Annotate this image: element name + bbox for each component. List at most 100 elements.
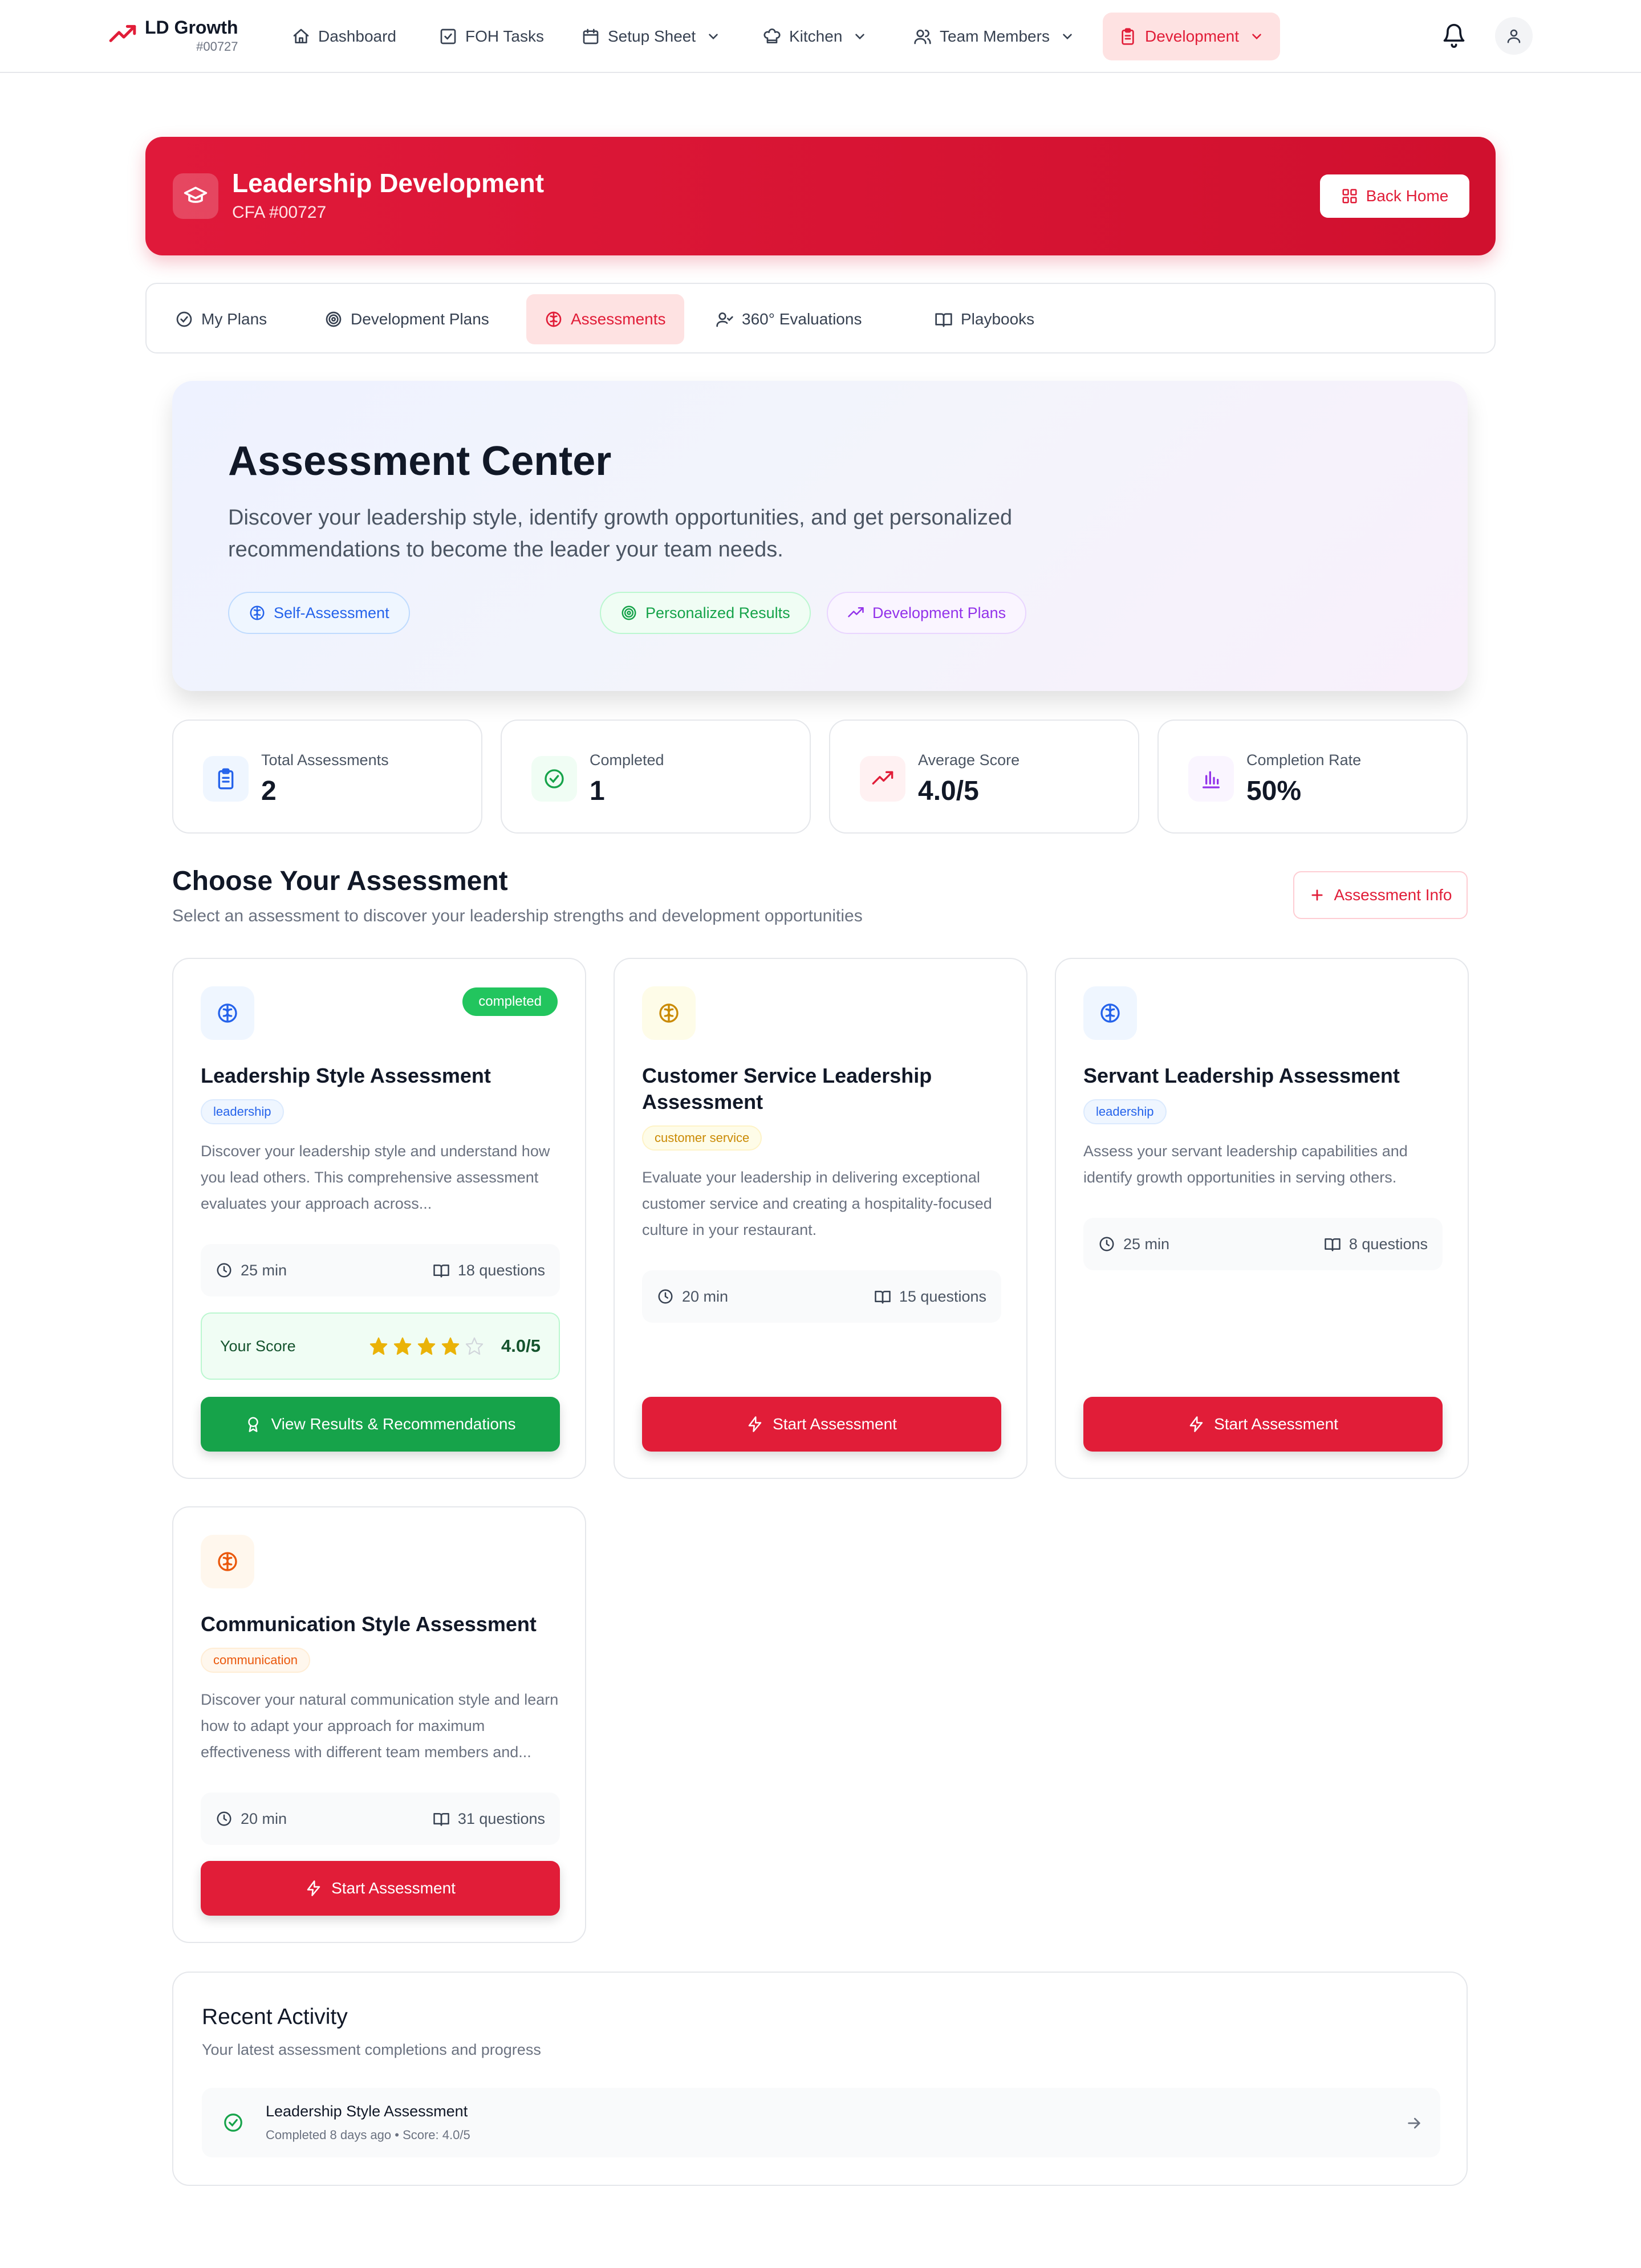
bar-chart-icon [1188, 756, 1234, 802]
nav-setup-sheet[interactable]: Setup Sheet [566, 13, 737, 60]
stat-completion-rate: Completion Rate 50% [1157, 720, 1468, 834]
brand[interactable]: LD Growth #00727 [108, 16, 238, 55]
clipboard-icon [1122, 28, 1134, 45]
stat-total-assessments: Total Assessments 2 [172, 720, 482, 834]
stat-value: 4.0/5 [918, 776, 979, 806]
assessment-info-button[interactable]: Assessment Info [1293, 871, 1468, 919]
assessment-card-servant-leadership: Servant Leadership Assessment leadership… [1055, 958, 1469, 1479]
nav-kitchen[interactable]: Kitchen [747, 13, 883, 60]
start-assessment-button[interactable]: Start Assessment [642, 1397, 1001, 1452]
start-assessment-button[interactable]: Start Assessment [201, 1861, 560, 1916]
card-description: Evaluate your leadership in delivering e… [642, 1169, 992, 1238]
duration: 25 min [1098, 1235, 1169, 1253]
back-home-button[interactable]: Back Home [1320, 174, 1469, 218]
section-title: Choose Your Assessment [172, 866, 508, 896]
pill-personalized-results: Personalized Results [600, 592, 811, 634]
tab-360-evaluations[interactable]: 360° Evaluations [697, 294, 880, 344]
home-icon [293, 29, 309, 43]
trending-up-icon [109, 25, 136, 42]
nav-dashboard[interactable]: Dashboard [276, 13, 412, 60]
tab-playbooks[interactable]: Playbooks [916, 294, 1053, 344]
users-icon [914, 30, 931, 44]
clock-icon [217, 1263, 231, 1278]
book-open-icon [433, 1265, 449, 1278]
questions-text: 15 questions [899, 1287, 986, 1305]
nav-foh-tasks[interactable]: FOH Tasks [423, 13, 560, 60]
card-title: Leadership Style Assessment [201, 1064, 491, 1087]
bell-icon[interactable] [1441, 23, 1467, 48]
award-icon [248, 1417, 259, 1432]
stat-label: Total Assessments [261, 751, 389, 769]
duration-text: 20 min [682, 1287, 729, 1305]
card-description: Discover your leadership style and under… [201, 1143, 550, 1212]
brain-icon [201, 986, 254, 1040]
tab-label: Playbooks [961, 310, 1035, 328]
view-results-button[interactable]: View Results & Recommendations [201, 1397, 560, 1452]
hero-title: Assessment Center [228, 438, 612, 484]
chevron-down-icon [1252, 34, 1261, 40]
trending-up-icon [848, 607, 864, 617]
questions-text: 18 questions [457, 1261, 545, 1279]
pill-label: Personalized Results [645, 604, 790, 621]
category-tag: customer service [642, 1125, 762, 1151]
zap-icon [1189, 1416, 1203, 1432]
question-count: 18 questions [433, 1262, 545, 1279]
card-meta: 25 min 18 questions [201, 1244, 560, 1296]
stat-value: 2 [261, 776, 277, 806]
card-title: Customer Service Leadership Assessment [642, 1064, 932, 1113]
nav-label: Kitchen [789, 27, 843, 45]
zap-icon [748, 1416, 762, 1432]
section-subtitle: Select an assessment to discover your le… [172, 907, 863, 925]
score-value: 4.0/5 [501, 1336, 541, 1356]
brain-icon [642, 986, 696, 1040]
recent-activity-panel: Recent Activity Your latest assessment c… [172, 1972, 1468, 2186]
nav-team-members[interactable]: Team Members [897, 13, 1091, 60]
check-circle-icon [224, 2113, 242, 2132]
pill-development-plans: Development Plans [827, 592, 1027, 634]
chevron-down-icon [709, 34, 718, 40]
tab-bar: My Plans Development Plans Assessments 3… [145, 283, 1496, 353]
duration-text: 25 min [241, 1261, 287, 1279]
duration: 20 min [216, 1810, 287, 1828]
status-badge: completed [462, 987, 558, 1016]
nav-label: Setup Sheet [608, 27, 696, 45]
card-meta: 20 min 15 questions [642, 1270, 1001, 1323]
nav-label: Team Members [940, 27, 1050, 45]
tab-development-plans[interactable]: Development Plans [306, 294, 507, 344]
tab-label: 360° Evaluations [742, 310, 862, 328]
brain-icon [250, 605, 265, 620]
user-check-icon [716, 312, 733, 327]
nav-label: Dashboard [318, 27, 396, 45]
target-icon [326, 311, 342, 327]
back-home-label: Back Home [1366, 187, 1449, 205]
book-open-icon [433, 1813, 449, 1826]
duration-text: 25 min [1123, 1235, 1170, 1253]
user-icon [1507, 29, 1521, 43]
chevron-down-icon [1063, 34, 1072, 40]
avatar[interactable] [1495, 17, 1533, 55]
card-title: Servant Leadership Assessment [1083, 1064, 1400, 1087]
activity-detail: Completed 8 days ago • Score: 4.0/5 [266, 2128, 470, 2142]
stat-completed: Completed 1 [501, 720, 811, 834]
card-description: Assess your servant leadership capabilit… [1083, 1143, 1408, 1186]
tab-assessments[interactable]: Assessments [526, 294, 684, 344]
checkbox-icon [440, 29, 456, 44]
button-label: Start Assessment [773, 1415, 897, 1433]
card-meta: 20 min 31 questions [201, 1793, 560, 1845]
check-circle-icon [176, 311, 192, 327]
nav-development[interactable]: Development [1103, 13, 1280, 60]
your-score-panel: Your Score 4.0/5 [201, 1312, 560, 1380]
activity-title: Leadership Style Assessment [266, 2103, 468, 2120]
stat-average-score: Average Score 4.0/5 [829, 720, 1139, 834]
assessment-info-label: Assessment Info [1334, 886, 1452, 904]
target-icon [622, 605, 636, 620]
arrow-right-icon [1408, 2117, 1420, 2129]
start-assessment-button[interactable]: Start Assessment [1083, 1397, 1443, 1452]
question-count: 31 questions [433, 1810, 545, 1828]
duration-text: 20 min [241, 1810, 287, 1827]
tab-my-plans[interactable]: My Plans [157, 294, 285, 344]
recent-activity-item[interactable]: Leadership Style Assessment Completed 8 … [202, 2088, 1440, 2157]
hero-description: Discover your leadership style, identify… [228, 506, 1013, 562]
category-tag: leadership [1083, 1099, 1167, 1124]
book-open-icon [875, 1291, 891, 1304]
